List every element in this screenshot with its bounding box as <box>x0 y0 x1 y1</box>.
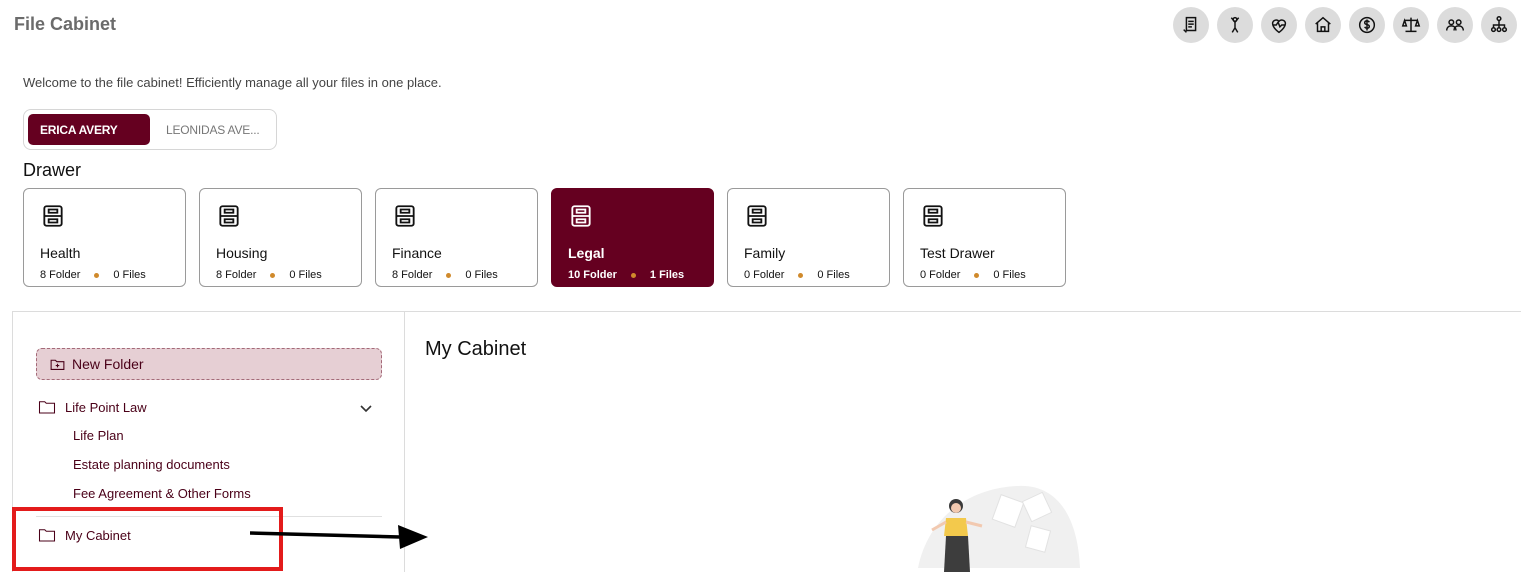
drawer-list: Health 8 Folder 0 Files Housing 8 Folder 0… <box>23 188 1066 287</box>
drawer-meta: 10 Folder 1 Files <box>568 269 684 281</box>
file-count: 1 Files <box>649 269 685 281</box>
folder-icon <box>38 401 56 414</box>
drawer-icon <box>568 203 697 234</box>
drawer-icon <box>40 203 169 234</box>
org-chart-icon[interactable] <box>1481 7 1517 43</box>
home-icon[interactable] <box>1305 7 1341 43</box>
drawer-name: Test Drawer <box>920 245 995 261</box>
drawer-name: Finance <box>392 245 442 261</box>
drawer-meta: 8 Folder 0 Files <box>392 269 498 281</box>
main-title: My Cabinet <box>425 338 527 360</box>
people-icon[interactable] <box>1437 7 1473 43</box>
app-title: File Cabinet <box>14 14 117 34</box>
drawer-meta: 0 Folder 0 Files <box>744 269 850 281</box>
user-tab-erica-avery[interactable]: ERICA AVERY <box>28 114 150 145</box>
file-count: 0 Files <box>465 269 498 281</box>
drawer-card-housing[interactable]: Housing 8 Folder 0 Files <box>199 188 362 287</box>
drawer-meta: 0 Folder 0 Files <box>920 269 1026 281</box>
scales-icon[interactable] <box>1393 7 1429 43</box>
empty-state-illustration <box>918 485 1080 572</box>
annotation-arrow <box>250 525 428 549</box>
folder-count: 10 Folder <box>568 269 617 281</box>
user-switcher: ERICA AVERY LEONIDAS AVE... <box>23 109 277 150</box>
drawer-name: Family <box>744 245 786 261</box>
heartbeat-icon[interactable] <box>1261 7 1297 43</box>
document-icon[interactable] <box>1173 7 1209 43</box>
subfolder-estate-planning[interactable]: Estate planning documents <box>73 457 230 472</box>
drawer-card-family[interactable]: Family 0 Folder 0 Files <box>727 188 890 287</box>
drawer-meta: 8 Folder 0 Files <box>216 269 322 281</box>
user-tab-leonidas-avery[interactable]: LEONIDAS AVE... <box>154 114 271 145</box>
drawer-icon <box>920 203 1049 234</box>
folder-count: 8 Folder <box>216 269 257 281</box>
folder-life-point-law[interactable]: Life Point Law <box>38 399 147 415</box>
new-folder-label: New Folder <box>72 356 144 372</box>
folder-count: 0 Folder <box>920 269 961 281</box>
file-count: 0 Files <box>817 269 850 281</box>
drawer-card-test-drawer[interactable]: Test Drawer 0 Folder 0 Files <box>903 188 1066 287</box>
drawer-card-legal[interactable]: Legal 10 Folder 1 Files <box>551 188 714 287</box>
folder-label: Life Point Law <box>65 399 147 415</box>
folder-count: 8 Folder <box>392 269 433 281</box>
drawer-name: Health <box>40 245 81 261</box>
highlight-box <box>12 507 283 571</box>
drawer-card-health[interactable]: Health 8 Folder 0 Files <box>23 188 186 287</box>
drawer-icon <box>216 203 345 234</box>
drawer-icon <box>392 203 521 234</box>
drawer-icon <box>744 203 873 234</box>
drawer-name: Housing <box>216 245 268 261</box>
welcome-text: Welcome to the file cabinet! Efficiently… <box>23 75 442 90</box>
drawer-card-finance[interactable]: Finance 8 Folder 0 Files <box>375 188 538 287</box>
new-folder-button[interactable]: New Folder <box>36 348 382 380</box>
drawer-meta: 8 Folder 0 Files <box>40 269 146 281</box>
file-count: 0 Files <box>993 269 1026 281</box>
celebrate-icon[interactable] <box>1217 7 1253 43</box>
folder-count: 8 Folder <box>40 269 81 281</box>
drawer-name: Legal <box>568 245 605 261</box>
subfolder-fee-agreement[interactable]: Fee Agreement & Other Forms <box>73 486 251 501</box>
dollar-icon[interactable] <box>1349 7 1385 43</box>
folder-count: 0 Folder <box>744 269 785 281</box>
file-count: 0 Files <box>289 269 322 281</box>
file-count: 0 Files <box>113 269 146 281</box>
folder-plus-icon <box>50 359 65 370</box>
subfolder-life-plan[interactable]: Life Plan <box>73 428 124 443</box>
chevron-down-icon[interactable] <box>359 401 373 420</box>
header-icon-bar <box>1173 7 1517 43</box>
drawer-heading: Drawer <box>23 160 82 180</box>
